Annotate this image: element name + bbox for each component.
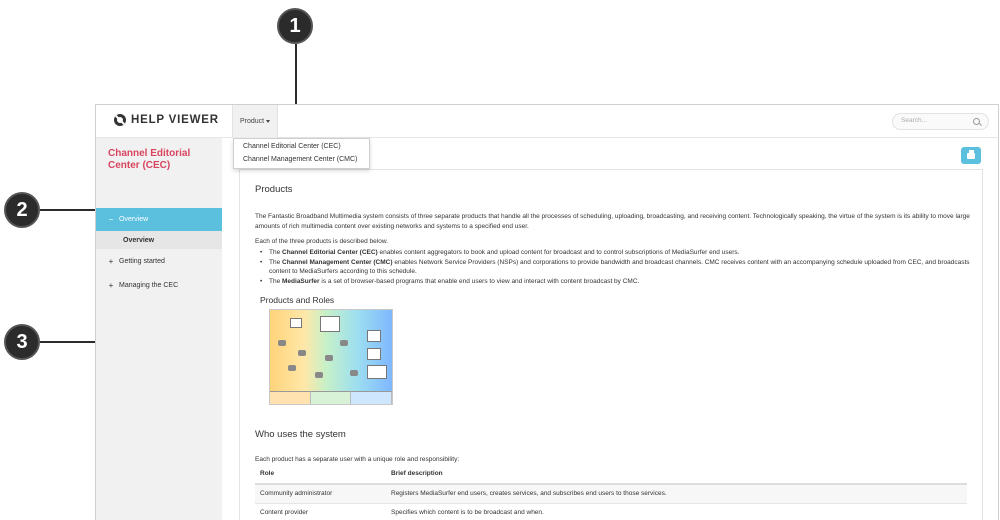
sidebar-subitem-overview[interactable]: Overview: [96, 231, 222, 249]
products-roles-heading: Products and Roles: [260, 295, 335, 305]
sidebar-item-label: Getting started: [119, 257, 165, 265]
diagram-box: [367, 330, 381, 342]
product-dropdown-menu: Channel Editorial Center (CEC) Channel M…: [233, 138, 370, 169]
table-cell: Specifies which content is to be broadca…: [386, 503, 967, 520]
help-viewer-window: HELP VIEWER Product Channel Editorial Ce…: [95, 104, 999, 520]
annotated-screenshot: 1 2 3 HELP VIEWER Product Channel Editor…: [0, 0, 1000, 520]
who-uses-intro: Each product has a separate user with a …: [255, 456, 460, 463]
diagram-box: [367, 365, 387, 379]
diagram-box: [290, 318, 302, 328]
diagram-footer-cell: [310, 391, 352, 404]
sidebar-title: Channel Editorial Center (CEC): [108, 148, 191, 171]
printer-icon: [967, 149, 975, 159]
sidebar-item-label: Overview: [119, 216, 149, 223]
list-item: The Channel Management Center (CMC) enab…: [260, 258, 972, 277]
diagram-node: [298, 350, 306, 356]
diagram-node: [278, 340, 286, 346]
callout-1: 1: [277, 8, 313, 44]
brand-title: HELP VIEWER: [131, 114, 219, 126]
expand-icon: +: [108, 280, 114, 290]
table-cell: Community administrator: [255, 484, 386, 504]
callout-2: 2: [4, 192, 40, 228]
sidebar-item-overview[interactable]: − Overview: [96, 208, 222, 231]
diagram-footer: [270, 391, 393, 404]
table-header-row: Role Brief description: [255, 464, 967, 485]
products-roles-diagram: [269, 309, 393, 405]
sidebar: Channel Editorial Center (CEC) − Overvie…: [96, 138, 222, 520]
sidebar-item-label: Managing the CEC: [119, 281, 179, 289]
sidebar-item-managing-cec[interactable]: + Managing the CEC: [96, 275, 222, 295]
diagram-node: [340, 340, 348, 346]
print-button[interactable]: [961, 147, 981, 164]
page-title: Products: [255, 184, 293, 195]
diagram-box: [320, 316, 340, 332]
diagram-box: [367, 348, 381, 360]
search-input[interactable]: [901, 117, 971, 124]
column-header: Role: [255, 464, 386, 485]
callout-3: 3: [4, 324, 40, 360]
dropdown-item-cec[interactable]: Channel Editorial Center (CEC): [243, 143, 341, 150]
top-navbar: HELP VIEWER Product: [96, 105, 998, 138]
product-menu-label: Product: [239, 118, 265, 125]
lifebuoy-icon: [114, 114, 126, 126]
who-uses-heading: Who uses the system: [255, 429, 346, 440]
intro-paragraph-2: Each of the three products is described …: [255, 238, 388, 245]
diagram-node: [315, 372, 323, 378]
column-header: Brief description: [386, 464, 967, 485]
caret-down-icon: [266, 120, 271, 123]
list-item: The Channel Editorial Center (CEC) enabl…: [260, 248, 972, 258]
table-cell: Content provider: [255, 503, 386, 520]
list-item: The MediaSurfer is a set of browser-base…: [260, 277, 972, 287]
diagram-footer-cell: [270, 391, 311, 404]
table-row: Content provider Specifies which content…: [255, 503, 967, 520]
search-icon[interactable]: [973, 118, 980, 125]
diagram-node: [325, 355, 333, 361]
main-content: Products The Fantastic Broadband Multime…: [239, 169, 983, 520]
roles-table: Role Brief description Community adminis…: [255, 464, 967, 520]
diagram-node: [288, 365, 296, 371]
product-menu-button[interactable]: Product: [232, 105, 278, 138]
sidebar-item-getting-started[interactable]: + Getting started: [96, 251, 222, 271]
expand-icon: +: [108, 256, 114, 266]
search-box[interactable]: [892, 113, 989, 130]
intro-paragraph: The Fantastic Broadband Multimedia syste…: [255, 213, 970, 230]
diagram-footer-cell: [351, 391, 393, 404]
table-row: Community administrator Registers MediaS…: [255, 484, 967, 504]
brand[interactable]: HELP VIEWER: [114, 114, 219, 126]
collapse-icon: −: [108, 215, 114, 224]
table-cell: Registers MediaSurfer end users, creates…: [386, 484, 967, 504]
dropdown-item-cmc[interactable]: Channel Management Center (CMC): [243, 156, 357, 163]
diagram-node: [350, 370, 358, 376]
product-list: The Channel Editorial Center (CEC) enabl…: [260, 248, 972, 286]
